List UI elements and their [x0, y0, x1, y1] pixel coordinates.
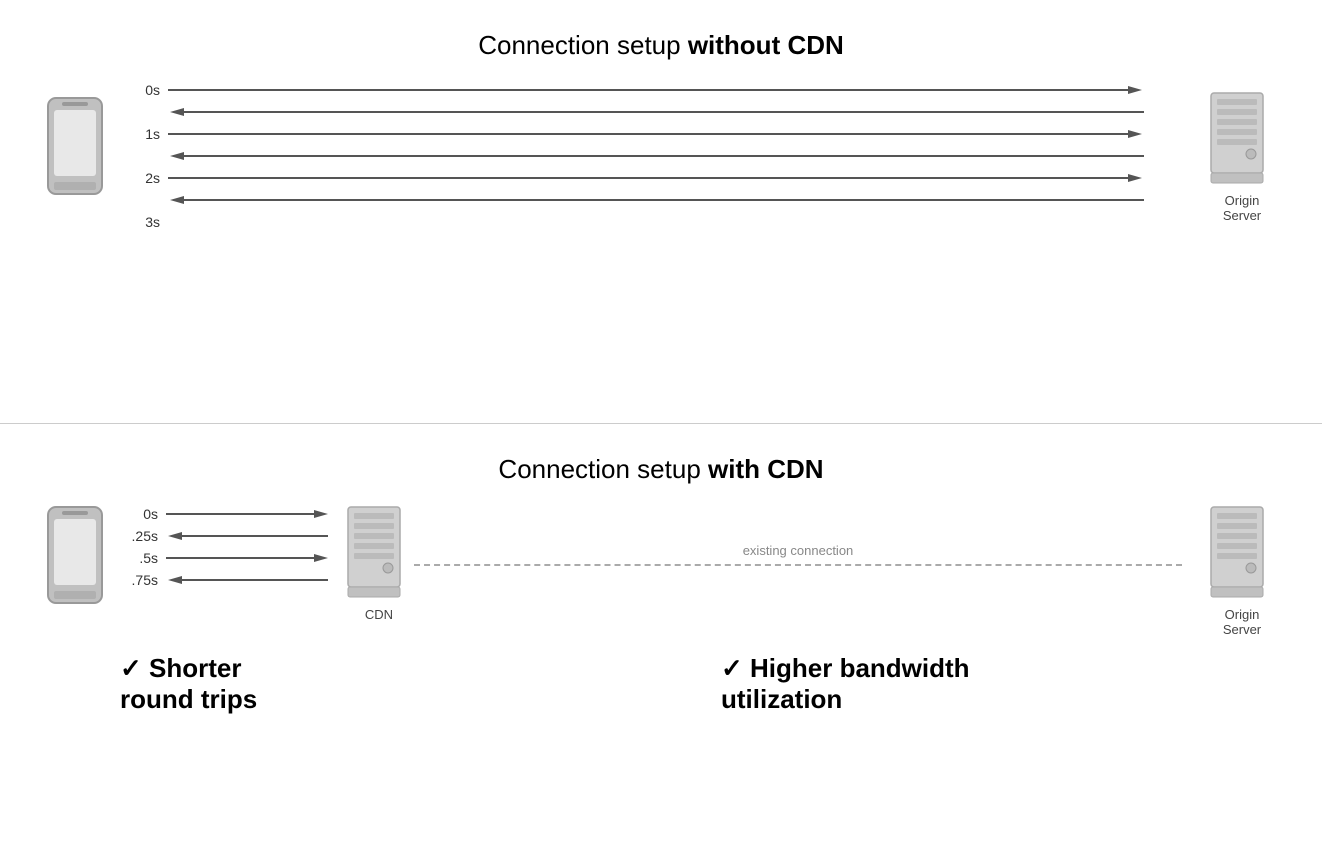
cdn-diagram: 0s .25s .5s .75s	[40, 503, 1282, 637]
top-diagram: 0s 1s	[40, 79, 1282, 233]
benefit-shorter: ✓ Shorterround trips	[40, 653, 681, 715]
benefit-labels: ✓ Shorterround trips ✓ Higher bandwidthu…	[40, 653, 1282, 715]
existing-connection-label: existing connection	[743, 543, 854, 558]
phone-icon	[40, 94, 120, 219]
cdn-arrows-left: 0s .25s .5s .75s	[120, 503, 344, 591]
origin-server-top: OriginServer	[1202, 89, 1282, 223]
top-timeline: 0s 1s	[120, 79, 1202, 233]
phone-icon-bottom	[40, 503, 120, 628]
bottom-server-label: OriginServer	[1223, 607, 1261, 637]
benefit-bandwidth: ✓ Higher bandwidthutilization	[681, 653, 1282, 715]
cdn-node: CDN	[344, 503, 414, 622]
cdn-label: CDN	[365, 607, 393, 622]
top-title: Connection setup without CDN	[478, 30, 844, 61]
top-server-label: OriginServer	[1223, 193, 1261, 223]
top-section: Connection setup without CDN 0s	[0, 0, 1322, 424]
bottom-section: Connection setup with CDN 0s .25s	[0, 424, 1322, 846]
dotted-line	[414, 564, 1182, 566]
bottom-title: Connection setup with CDN	[498, 454, 823, 485]
existing-connection-area: existing connection	[414, 503, 1182, 566]
origin-server-bottom: OriginServer	[1202, 503, 1282, 637]
